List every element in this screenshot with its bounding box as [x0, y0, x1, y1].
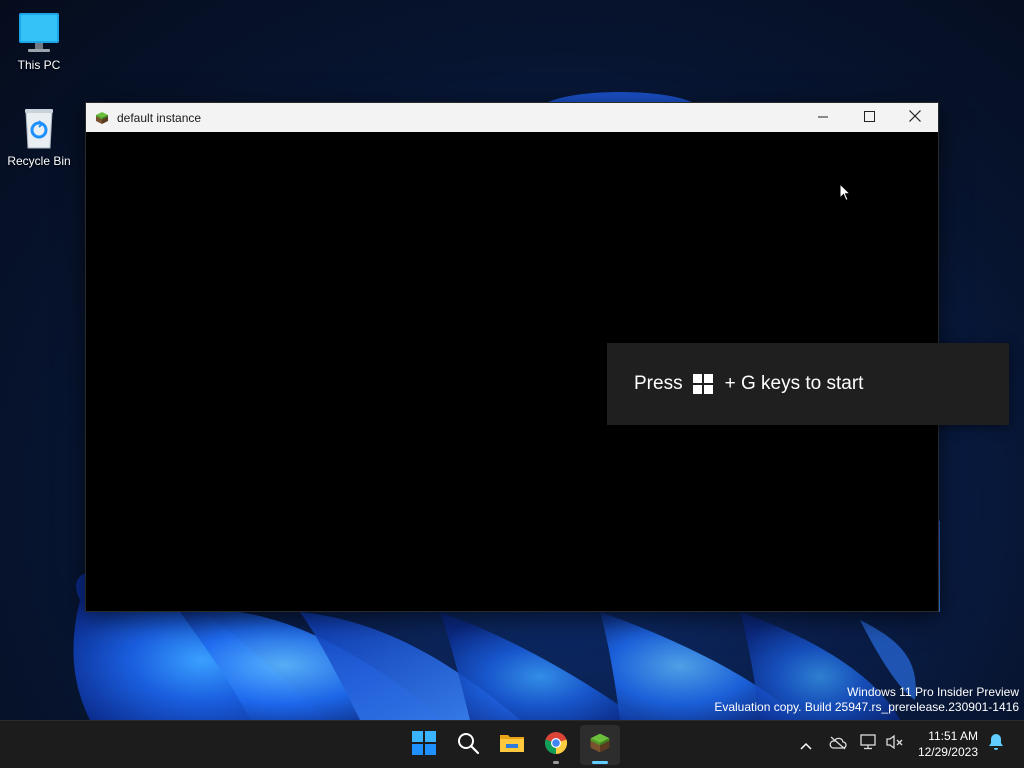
folder-icon — [499, 732, 525, 758]
windows-logo-icon — [412, 731, 436, 759]
desktop-icon-label: Recycle Bin — [7, 154, 71, 168]
game-bar-toast: Press + G keys to start — [607, 343, 1009, 425]
clock-time: 11:51 AM — [928, 729, 978, 743]
watermark-line-1: Windows 11 Pro Insider Preview — [847, 685, 1019, 699]
toast-text-before: Press — [634, 373, 683, 394]
minimize-button[interactable] — [800, 103, 846, 132]
volume-tray-button[interactable] — [884, 732, 906, 756]
volume-muted-icon — [886, 734, 904, 754]
bell-icon — [988, 733, 1004, 755]
recycle-bin-icon — [16, 106, 62, 152]
onedrive-offline-icon — [829, 735, 847, 754]
watermark-line-2: Evaluation copy. Build 25947.rs_prerelea… — [714, 700, 1019, 714]
desktop-icon-label: This PC — [17, 58, 61, 72]
evaluation-watermark: Windows 11 Pro Insider Preview Evaluatio… — [714, 685, 1019, 715]
close-button[interactable] — [892, 103, 938, 132]
minecraft-block-icon — [95, 111, 109, 125]
search-icon — [456, 731, 480, 759]
show-hidden-icons-button[interactable] — [795, 732, 817, 756]
notifications-button[interactable] — [985, 732, 1007, 756]
mouse-cursor-icon — [839, 182, 852, 206]
chevron-up-icon — [800, 735, 812, 754]
active-indicator — [592, 761, 608, 764]
network-icon — [860, 734, 878, 754]
window-titlebar[interactable]: default instance — [86, 103, 938, 132]
network-tray-button[interactable] — [858, 732, 880, 756]
minecraft-button[interactable] — [580, 725, 620, 765]
close-icon — [909, 109, 921, 127]
desktop-icon-recycle-bin[interactable]: Recycle Bin — [1, 106, 77, 168]
windows-logo-icon — [692, 374, 713, 394]
search-button[interactable] — [448, 725, 488, 765]
onedrive-tray-button[interactable] — [827, 732, 849, 756]
file-explorer-button[interactable] — [492, 725, 532, 765]
minimize-icon — [818, 109, 828, 127]
running-indicator — [553, 761, 559, 764]
toast-text-after: + G keys to start — [724, 373, 864, 394]
minecraft-block-icon — [589, 732, 611, 758]
maximize-icon — [863, 109, 875, 127]
chrome-icon — [544, 731, 568, 759]
desktop-icon-this-pc[interactable]: This PC — [1, 10, 77, 72]
taskbar-clock[interactable]: 11:51 AM 12/29/2023 — [912, 728, 978, 760]
maximize-button[interactable] — [846, 103, 892, 132]
start-button[interactable] — [404, 725, 444, 765]
clock-date: 12/29/2023 — [917, 745, 978, 759]
chrome-button[interactable] — [536, 725, 576, 765]
window-title: default instance — [117, 110, 202, 125]
monitor-icon — [16, 10, 62, 56]
